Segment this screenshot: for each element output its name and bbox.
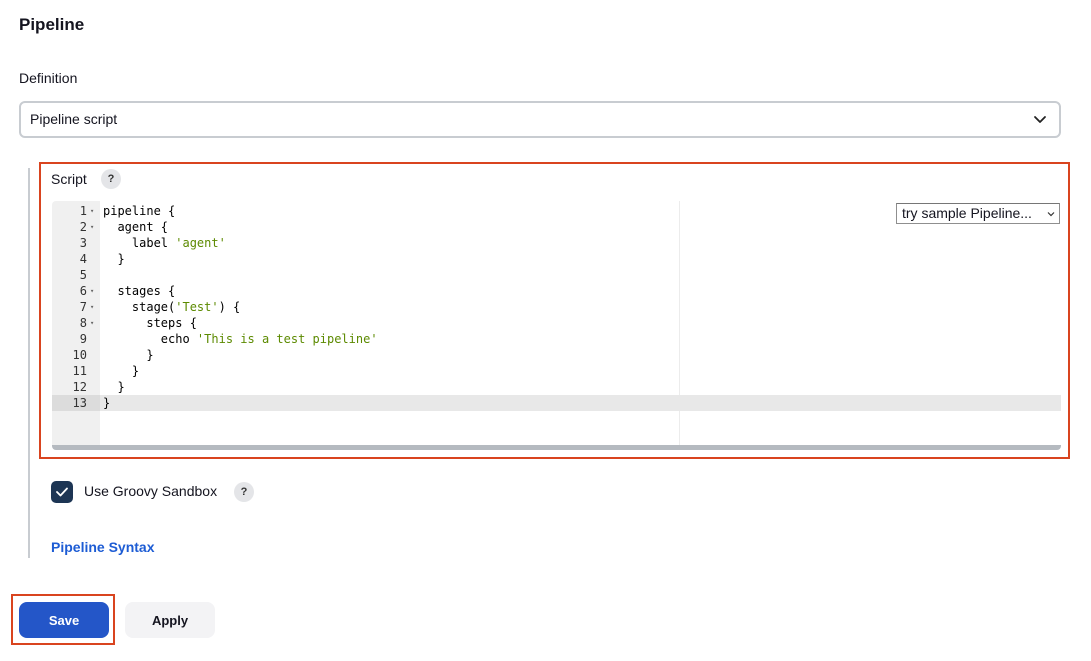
line-number: 5 (79, 268, 87, 282)
definition-label: Definition (19, 70, 78, 86)
line-number: 13 (52, 395, 100, 411)
code-string: 'This is a test pipeline' (196, 332, 378, 346)
line-number: 11 (72, 364, 87, 378)
code-string: 'Test' (175, 300, 219, 314)
script-label: Script (51, 171, 87, 187)
code-text: label 'agent' (103, 235, 226, 251)
definition-select[interactable]: Pipeline script (19, 101, 1061, 138)
line-number: 9 (79, 332, 87, 346)
chevron-down-icon (1034, 116, 1046, 123)
sample-pipeline-select[interactable]: try sample Pipeline... (896, 203, 1060, 224)
code-text: stage('Test') { (103, 299, 240, 315)
code-token: stage( (103, 300, 176, 314)
sample-pipeline-value: try sample Pipeline... (902, 205, 1032, 221)
code-text: } (103, 251, 125, 267)
code-text: echo 'This is a test pipeline' (103, 331, 378, 347)
line-number: 12 (72, 380, 87, 394)
code-line[interactable]: 10 } (52, 347, 1061, 363)
apply-button[interactable]: Apply (125, 602, 215, 638)
code-text: } (103, 363, 139, 379)
fold-toggle-icon[interactable]: ▾ (90, 283, 94, 299)
code-line[interactable]: 8 ▾ steps { (52, 315, 1061, 331)
code-line[interactable]: 11 } (52, 363, 1061, 379)
code-token: ) { (218, 300, 241, 314)
code-token: stages { (103, 284, 176, 298)
code-line[interactable]: 6 ▾ stages { (52, 283, 1061, 299)
code-line[interactable]: 9 echo 'This is a test pipeline' (52, 331, 1061, 347)
section-indent-rule (28, 168, 30, 558)
code-token: } (103, 348, 154, 362)
code-token: echo (103, 332, 197, 346)
fold-toggle-icon[interactable]: ▾ (90, 315, 94, 331)
definition-selected-value: Pipeline script (30, 111, 118, 127)
line-number: 10 (72, 348, 87, 362)
code-text: agent { (103, 219, 168, 235)
pipeline-syntax-link[interactable]: Pipeline Syntax (51, 539, 154, 555)
code-line[interactable]: 12 } (52, 379, 1061, 395)
script-editor[interactable]: 1 ▾ pipeline {2 ▾ agent {3 label 'agent' 4 }… (52, 201, 1061, 450)
code-token: } (103, 380, 125, 394)
line-number: 3 (79, 236, 87, 250)
section-title: Pipeline (19, 15, 85, 34)
groovy-sandbox-checkbox[interactable] (51, 481, 73, 503)
code-line[interactable]: 5 (52, 267, 1061, 283)
code-string: 'agent' (175, 236, 226, 250)
code-token: } (103, 364, 140, 378)
groovy-sandbox-label[interactable]: Use Groovy Sandbox (84, 483, 217, 499)
code-token: label (103, 236, 176, 250)
code-text: } (103, 395, 110, 411)
code-lines: 1 ▾ pipeline {2 ▾ agent {3 label 'agent' 4 }… (52, 203, 1061, 411)
code-line[interactable]: 7 ▾ stage('Test') { (52, 299, 1061, 315)
code-token: } (103, 252, 125, 266)
code-text: stages { (103, 283, 175, 299)
code-token: agent { (103, 220, 169, 234)
fold-toggle-icon[interactable]: ▾ (90, 219, 94, 235)
code-token: steps { (103, 316, 197, 330)
script-help-icon[interactable]: ? (101, 169, 121, 189)
code-token: pipeline { (103, 204, 176, 218)
chevron-down-icon (1047, 212, 1055, 217)
code-line[interactable]: 13} (52, 395, 1061, 411)
code-line[interactable]: 4 } (52, 251, 1061, 267)
checkmark-icon (56, 487, 68, 497)
code-text: } (103, 347, 154, 363)
code-line[interactable]: 3 label 'agent' (52, 235, 1061, 251)
code-token: } (103, 396, 111, 410)
line-number: 4 (79, 252, 87, 266)
code-text: } (103, 379, 125, 395)
fold-toggle-icon[interactable]: ▾ (90, 203, 94, 219)
fold-toggle-icon[interactable]: ▾ (90, 299, 94, 315)
save-button[interactable]: Save (19, 602, 109, 638)
code-text: steps { (103, 315, 197, 331)
sandbox-help-icon[interactable]: ? (234, 482, 254, 502)
code-text: pipeline { (103, 203, 175, 219)
